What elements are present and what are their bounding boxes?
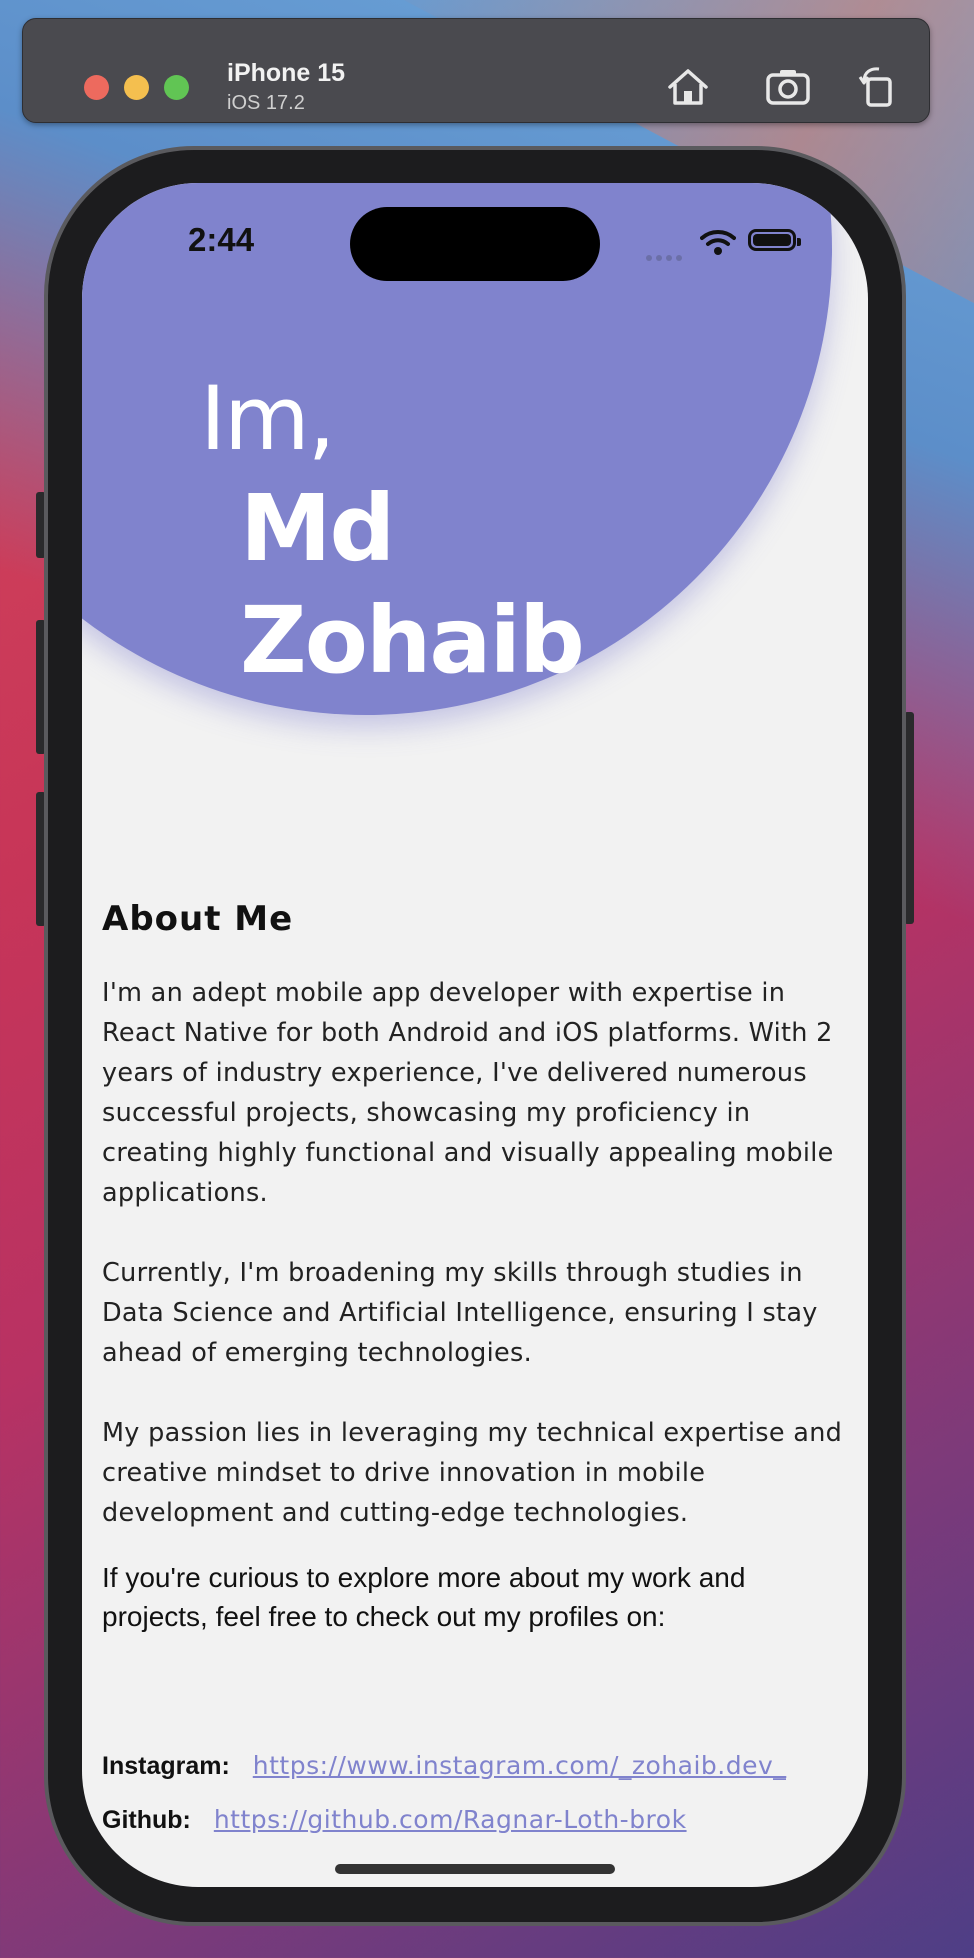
screenshot-icon[interactable] (764, 63, 812, 111)
rotate-icon[interactable] (854, 63, 902, 111)
profiles-cta: If you're curious to explore more about … (102, 1562, 746, 1632)
os-version: iOS 17.2 (227, 92, 305, 114)
greeting-text: Im, (200, 367, 336, 470)
instagram-label: Instagram: (102, 1752, 230, 1780)
simulator-toolbar: iPhone 15 iOS 17.2 (22, 18, 930, 123)
about-paragraph: Currently, I'm broadening my skills thro… (102, 1258, 818, 1368)
last-name: Zohaib (240, 587, 585, 694)
home-indicator[interactable] (335, 1864, 615, 1874)
battery-icon (748, 229, 801, 251)
first-name: Md (240, 475, 395, 582)
github-row: Github: https://github.com/Ragnar-Loth-b… (102, 1805, 687, 1835)
status-time: 2:44 (188, 221, 255, 258)
github-label: Github: (102, 1806, 191, 1834)
dynamic-island (350, 207, 600, 281)
signal-dots-icon (646, 246, 686, 265)
close-window-button[interactable] (84, 75, 109, 100)
home-icon[interactable] (664, 63, 712, 111)
about-paragraph: My passion lies in leveraging my technic… (102, 1418, 843, 1528)
zoom-window-button[interactable] (164, 75, 189, 100)
about-paragraph: I'm an adept mobile app developer with e… (102, 978, 834, 1208)
about-heading: About Me (102, 899, 294, 939)
instagram-row: Instagram: https://www.instagram.com/_zo… (102, 1751, 786, 1781)
minimize-window-button[interactable] (124, 75, 149, 100)
wifi-icon (700, 230, 736, 255)
device-name: iPhone 15 (227, 59, 346, 87)
instagram-link[interactable]: https://www.instagram.com/_zohaib.dev_ (253, 1751, 787, 1780)
phone-screen: 2:44 Im, Md Zohaib About Me I'm an adept… (82, 183, 868, 1887)
github-link[interactable]: https://github.com/Ragnar-Loth-brok (214, 1805, 687, 1834)
